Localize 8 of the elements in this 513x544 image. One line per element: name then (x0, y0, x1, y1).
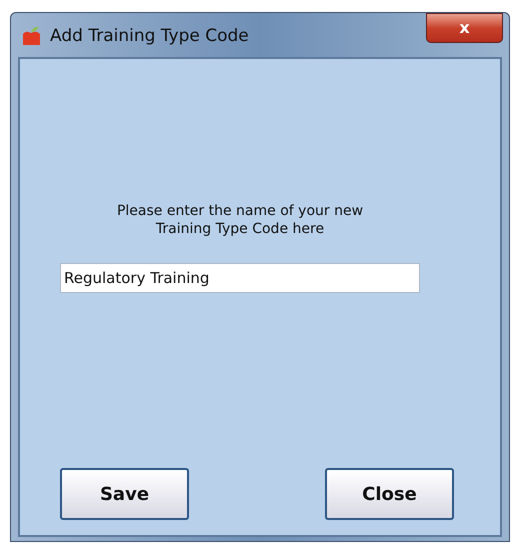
window-title: Add Training Type Code (50, 25, 249, 48)
dialog-button[interactable]: Save (60, 468, 189, 520)
name-input-field[interactable]: Regulatory Training (60, 263, 420, 293)
window-close-button[interactable]: x (426, 13, 503, 43)
prompt-text: Training Type Code here (156, 220, 324, 238)
prompt-text: Please enter the name of your new (116, 202, 364, 220)
dialog-button[interactable]: Close (325, 468, 454, 520)
apple-icon (20, 25, 42, 45)
